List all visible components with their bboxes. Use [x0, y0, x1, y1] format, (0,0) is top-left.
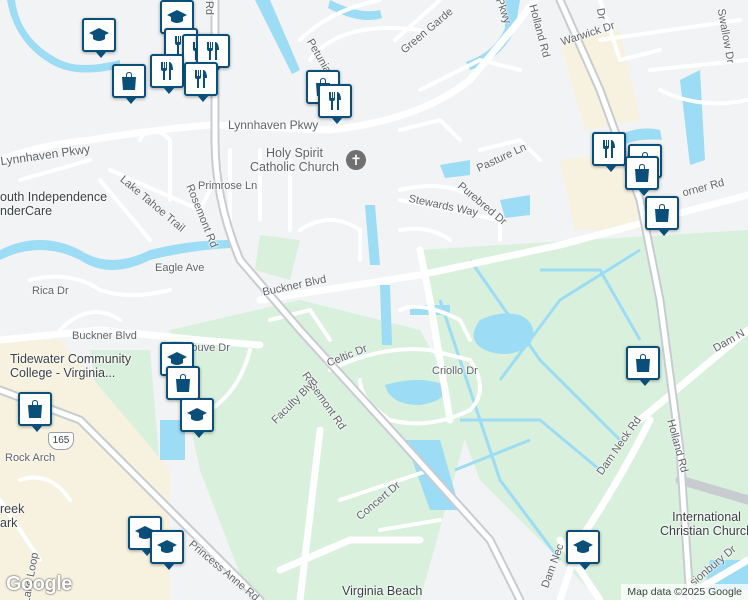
shopping-marker[interactable] — [625, 156, 659, 196]
shopping-marker[interactable] — [166, 366, 200, 406]
shopping-bag-icon — [122, 72, 136, 90]
shopping-bag-icon — [636, 354, 650, 372]
school-marker[interactable] — [82, 18, 116, 58]
restaurant-marker[interactable] — [150, 54, 184, 94]
google-logo[interactable]: Google — [6, 573, 72, 596]
school-marker[interactable] — [566, 530, 600, 570]
fork-knife-icon — [207, 42, 219, 60]
graduation-cap-icon — [167, 10, 187, 23]
church-icon[interactable]: ✝ — [346, 150, 366, 170]
fork-knife-icon — [195, 70, 207, 88]
shopping-bag-icon — [655, 204, 669, 222]
park-area — [255, 235, 300, 280]
restaurant-marker[interactable] — [318, 84, 352, 124]
restaurant-marker[interactable] — [184, 62, 218, 102]
fork-knife-icon — [329, 92, 341, 110]
shopping-marker[interactable] — [645, 196, 679, 236]
route-shield: 165 — [48, 432, 74, 450]
shopping-bag-icon — [28, 400, 42, 418]
graduation-cap-icon — [157, 540, 177, 553]
graduation-cap-icon — [89, 28, 109, 41]
shopping-marker[interactable] — [626, 346, 660, 386]
school-marker[interactable] — [180, 398, 214, 438]
school-marker[interactable] — [150, 530, 184, 570]
shopping-marker[interactable] — [18, 392, 52, 432]
restaurant-marker[interactable] — [592, 132, 626, 172]
shopping-bag-icon — [635, 164, 649, 182]
fork-knife-icon — [603, 140, 615, 158]
graduation-cap-icon — [573, 540, 593, 553]
shopping-bag-icon — [176, 374, 190, 392]
shopping-marker[interactable] — [112, 64, 146, 104]
fork-knife-icon — [161, 62, 173, 80]
map-canvas[interactable]: Lynnhaven Pkwy Lynnhaven Pkwy Rosemont R… — [0, 0, 748, 600]
graduation-cap-icon — [187, 408, 207, 421]
map-attribution[interactable]: Map data ©2025 Google — [621, 584, 748, 600]
